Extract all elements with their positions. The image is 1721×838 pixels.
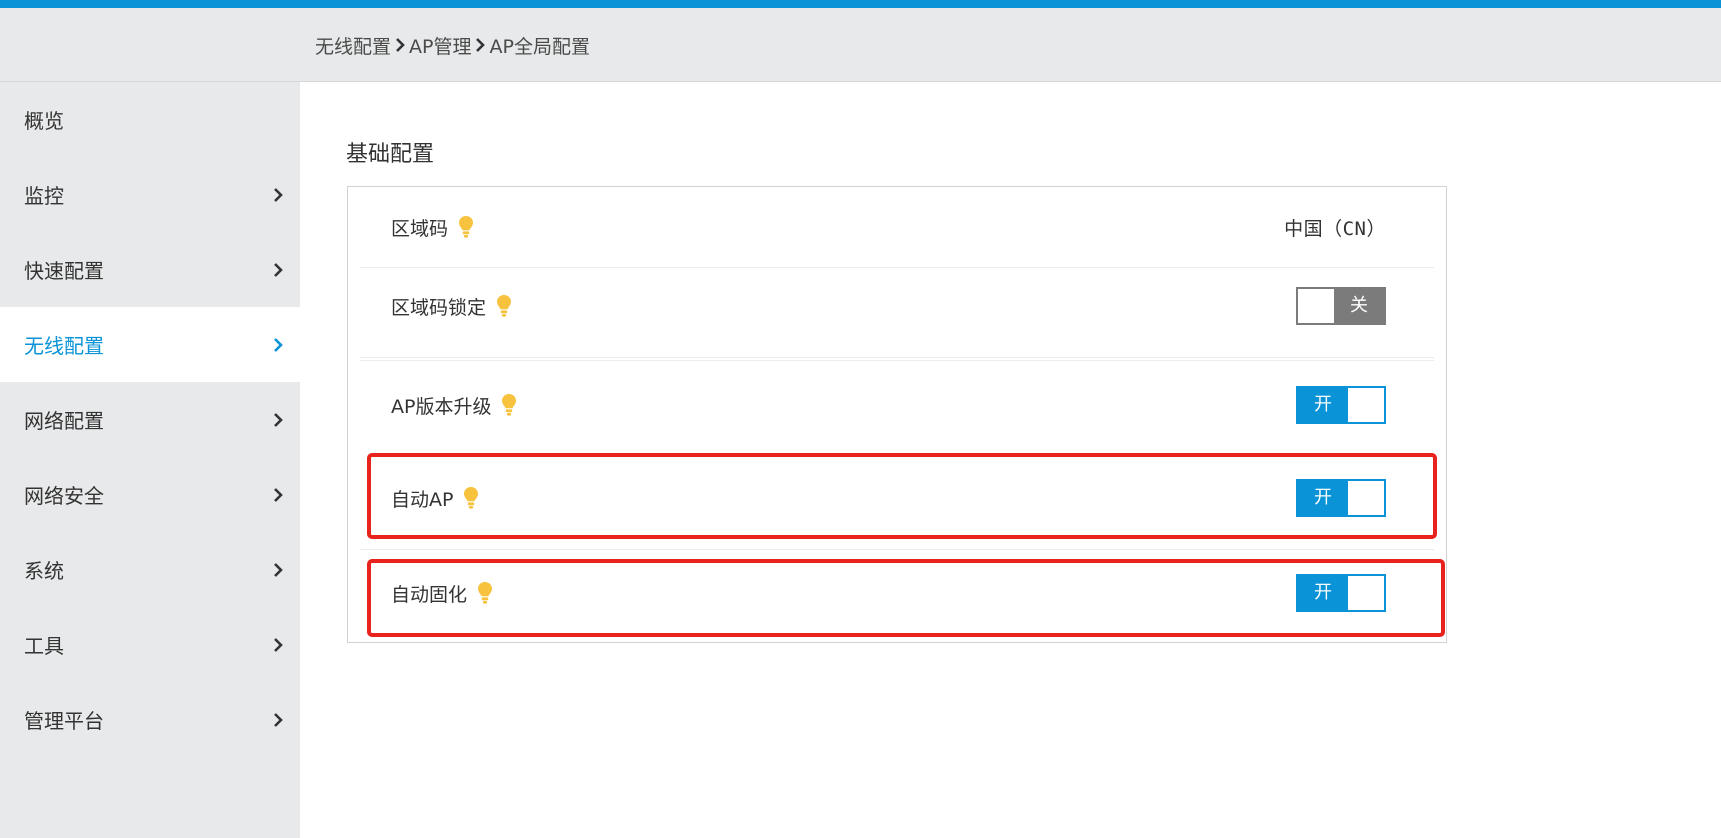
lightbulb-hint-icon[interactable] bbox=[458, 215, 474, 239]
sidebar-item-quick-config[interactable]: 快速配置 bbox=[0, 232, 300, 307]
sidebar-item-label: 网络安全 bbox=[24, 484, 104, 508]
sidebar-item-label: 工具 bbox=[24, 634, 64, 658]
sidebar-item-label: 监控 bbox=[24, 184, 64, 208]
config-row-label-wrap: 自动固化 bbox=[391, 580, 493, 607]
toggle-state-label: 开 bbox=[1314, 487, 1332, 508]
auto-ap-toggle[interactable]: 开 bbox=[1296, 479, 1386, 517]
lightbulb-hint-icon[interactable] bbox=[496, 294, 512, 318]
config-label-auto-solidify: 自动固化 bbox=[391, 583, 468, 606]
chevron-right-icon bbox=[272, 261, 284, 279]
header-bar: 无线配置 AP管理 AP全局配置 bbox=[0, 8, 1721, 82]
toggle-knob bbox=[1348, 481, 1384, 515]
lightbulb-hint-icon[interactable] bbox=[463, 486, 479, 510]
toggle-state-label: 关 bbox=[1350, 295, 1368, 316]
chevron-right-icon bbox=[272, 186, 284, 204]
breadcrumb-item-ap-global-config: AP全局配置 bbox=[489, 35, 590, 58]
top-accent-bar bbox=[0, 0, 1721, 8]
toggle-knob bbox=[1298, 289, 1334, 323]
sidebar-item-monitor[interactable]: 监控 bbox=[0, 157, 300, 232]
config-row-label-wrap: 区域码锁定 bbox=[391, 293, 512, 320]
sidebar-item-label: 快速配置 bbox=[24, 259, 104, 283]
sidebar-item-network-security[interactable]: 网络安全 bbox=[0, 457, 300, 532]
config-label-region-code-lock: 区域码锁定 bbox=[391, 296, 487, 319]
region-code-value: 中国（CN） bbox=[1284, 217, 1386, 240]
lightbulb-hint-icon[interactable] bbox=[501, 393, 517, 417]
sidebar-item-label: 管理平台 bbox=[24, 709, 104, 733]
ap-upgrade-toggle[interactable]: 开 bbox=[1296, 386, 1386, 424]
config-row-region-code: 区域码 中国（CN） bbox=[360, 187, 1434, 267]
config-row-label-wrap: AP版本升级 bbox=[391, 392, 517, 419]
config-label-ap-upgrade: AP版本升级 bbox=[391, 395, 492, 418]
sidebar-item-label: 概览 bbox=[24, 109, 64, 133]
auto-solidify-toggle[interactable]: 开 bbox=[1296, 574, 1386, 612]
config-row-label-wrap: 区域码 bbox=[391, 214, 474, 241]
sidebar: 概览 监控 快速配置 无线配置 网络配置 网络安全 系统 工具 管理平台 bbox=[0, 82, 300, 838]
chevron-right-icon bbox=[475, 37, 486, 53]
chevron-right-icon bbox=[395, 37, 405, 53]
breadcrumb-item-wireless[interactable]: 无线配置 bbox=[315, 32, 391, 59]
chevron-right-icon bbox=[272, 561, 284, 579]
toggle-knob bbox=[1348, 576, 1384, 610]
section-title: 基础配置 bbox=[346, 142, 435, 167]
toggle-state-label: 开 bbox=[1314, 582, 1332, 603]
sidebar-item-label: 系统 bbox=[24, 559, 64, 583]
config-row-label-wrap: 自动AP bbox=[391, 485, 479, 512]
config-row-auto-solidify: 自动固化 开 bbox=[360, 549, 1434, 637]
breadcrumb-item-ap-management[interactable]: AP管理 bbox=[409, 32, 471, 59]
sidebar-item-system[interactable]: 系统 bbox=[0, 532, 300, 607]
chevron-right-icon bbox=[272, 636, 284, 654]
region-code-lock-toggle[interactable]: 关 bbox=[1296, 287, 1386, 325]
toggle-state-label: 开 bbox=[1314, 394, 1332, 415]
sidebar-item-wireless-config[interactable]: 无线配置 bbox=[0, 307, 300, 382]
breadcrumb: 无线配置 AP管理 AP全局配置 bbox=[315, 8, 590, 82]
config-row-auto-ap: 自动AP 开 bbox=[360, 454, 1434, 542]
lightbulb-hint-icon[interactable] bbox=[477, 581, 493, 605]
sidebar-item-overview[interactable]: 概览 bbox=[0, 82, 300, 157]
config-row-region-code-lock: 区域码锁定 关 bbox=[360, 268, 1434, 344]
basic-config-panel: 区域码 中国（CN） 区域码锁定 关 AP版本升级 开 自动AP 开 自动固化 … bbox=[347, 186, 1447, 643]
sidebar-item-label: 网络配置 bbox=[24, 409, 104, 433]
chevron-right-icon bbox=[272, 711, 284, 729]
chevron-right-icon bbox=[272, 336, 284, 354]
sidebar-item-label: 无线配置 bbox=[24, 334, 104, 358]
sidebar-item-tools[interactable]: 工具 bbox=[0, 607, 300, 682]
sidebar-item-network-config[interactable]: 网络配置 bbox=[0, 382, 300, 457]
config-label-auto-ap: 自动AP bbox=[391, 488, 454, 511]
config-row-ap-upgrade: AP版本升级 开 bbox=[360, 361, 1434, 449]
chevron-right-icon bbox=[272, 411, 284, 429]
toggle-knob bbox=[1348, 388, 1384, 422]
config-label-region-code: 区域码 bbox=[391, 217, 449, 240]
sidebar-item-management-platform[interactable]: 管理平台 bbox=[0, 682, 300, 757]
row-divider bbox=[360, 357, 1434, 358]
chevron-right-icon bbox=[272, 486, 284, 504]
